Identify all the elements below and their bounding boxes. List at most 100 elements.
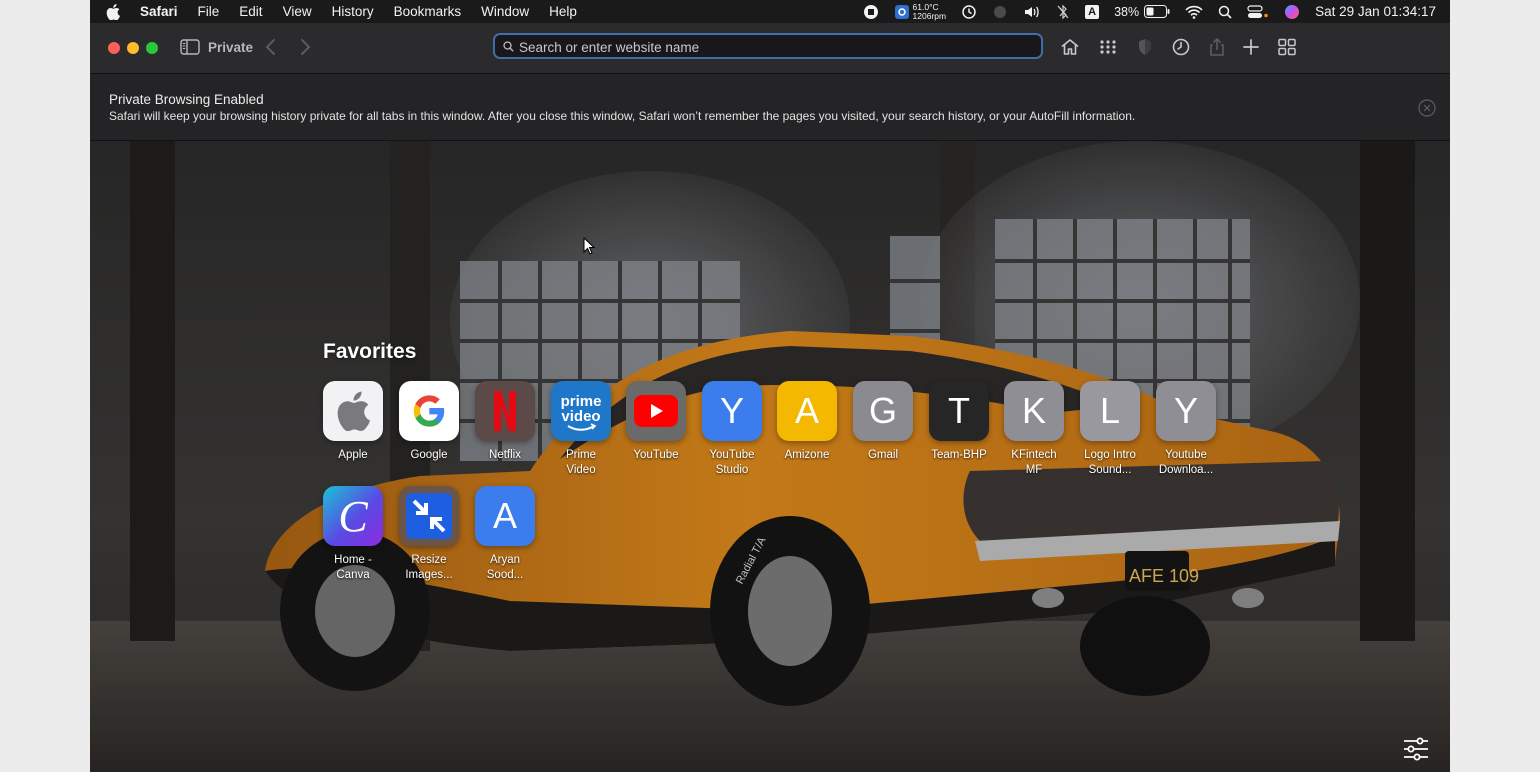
favorite-label: Gmail	[867, 449, 899, 461]
mouse-cursor-icon	[583, 236, 596, 255]
apple-menu-icon[interactable]	[106, 3, 122, 20]
favorite-team-bhp[interactable]: T Team-BHP	[921, 381, 997, 463]
menu-history[interactable]: History	[332, 4, 374, 19]
favorite-label: Aryan Sood...	[486, 554, 524, 581]
letter-tile-icon: G	[853, 381, 913, 441]
favorite-resize-images[interactable]: Resize Images...	[391, 486, 467, 583]
resize-arrows-icon	[399, 486, 459, 546]
control-center-icon[interactable]	[1247, 4, 1269, 19]
svg-text:video: video	[561, 408, 600, 425]
menu-edit[interactable]: Edit	[239, 4, 262, 19]
favorite-label: Netflix	[489, 449, 521, 461]
favorite-label: Amizone	[784, 449, 830, 461]
fullscreen-window-button[interactable]	[146, 42, 158, 54]
favorite-label: YouTube	[633, 449, 679, 461]
minimize-window-button[interactable]	[127, 42, 139, 54]
private-browsing-banner: Private Browsing Enabled Safari will kee…	[90, 74, 1450, 141]
favorite-label: Apple	[338, 449, 368, 461]
sidebar-toggle-icon[interactable]	[180, 39, 200, 55]
share-icon[interactable]	[1207, 37, 1227, 57]
favorite-label: Team-BHP	[931, 449, 987, 461]
menu-help[interactable]: Help	[549, 4, 577, 19]
menu-safari[interactable]: Safari	[140, 4, 178, 19]
safari-screen: Safari File Edit View History Bookmarks …	[90, 0, 1450, 772]
favorite-google[interactable]: Google	[391, 381, 467, 463]
letter-tile-icon: K	[1004, 381, 1064, 441]
favorite-apple[interactable]: Apple	[315, 381, 391, 463]
favorite-gmail[interactable]: G Gmail	[845, 381, 921, 463]
prime-video-logo-icon: prime video	[551, 381, 611, 441]
favorites-heading: Favorites	[323, 340, 417, 363]
address-input[interactable]	[517, 37, 1031, 57]
volume-icon[interactable]	[1023, 4, 1041, 20]
letter-tile-icon: A	[777, 381, 837, 441]
battery-icon	[1144, 5, 1170, 18]
vpn-icon[interactable]	[992, 4, 1008, 20]
input-source-icon[interactable]: A	[1085, 4, 1100, 19]
tab-overview-icon[interactable]	[1277, 37, 1297, 57]
letter-tile-icon: Y	[702, 381, 762, 441]
favorite-amizone[interactable]: A Amizone	[769, 381, 845, 463]
spotlight-search-icon[interactable]	[1218, 5, 1232, 19]
favorite-aryan-sood[interactable]: A Aryan Sood...	[467, 486, 543, 583]
forward-button[interactable]	[298, 38, 312, 56]
time-machine-icon[interactable]	[961, 4, 977, 20]
apple-logo-icon	[323, 381, 383, 441]
google-logo-icon	[399, 381, 459, 441]
letter-tile-icon: T	[929, 381, 989, 441]
home-icon[interactable]	[1060, 37, 1080, 57]
safari-toolbar: Private	[90, 23, 1450, 74]
youtube-logo-icon	[626, 381, 686, 441]
favorite-canva[interactable]: C Home - Canva	[315, 486, 391, 583]
letter-tile-icon: Y	[1156, 381, 1216, 441]
menu-bar: Safari File Edit View History Bookmarks …	[90, 0, 1450, 23]
letter-tile-icon: L	[1080, 381, 1140, 441]
menu-bookmarks[interactable]: Bookmarks	[394, 4, 462, 19]
back-button[interactable]	[264, 38, 278, 56]
screen-record-icon[interactable]	[863, 4, 879, 20]
privacy-shield-icon[interactable]	[1135, 37, 1155, 57]
favorite-youtube-downloader[interactable]: Y Youtube Downloa...	[1148, 381, 1224, 478]
favorite-label: Resize Images...	[405, 554, 453, 581]
banner-title: Private Browsing Enabled	[109, 92, 264, 107]
fan-speed: 1206rpm	[912, 10, 947, 21]
wifi-icon[interactable]	[1185, 5, 1203, 19]
bluetooth-off-icon[interactable]	[1056, 4, 1070, 20]
menubar-clock[interactable]: Sat 29 Jan 01:34:17	[1315, 4, 1436, 19]
favorite-label: Youtube Downloa...	[1158, 449, 1214, 476]
search-icon	[503, 41, 514, 52]
fan-monitor-icon[interactable]: 61.0°C 1206rpm	[894, 2, 947, 21]
favorite-youtube[interactable]: YouTube	[618, 381, 694, 463]
battery-status[interactable]: 38%	[1114, 5, 1170, 19]
canva-logo-icon: C	[323, 486, 383, 546]
favorite-kfintech-mf[interactable]: K KFintech MF	[996, 381, 1072, 478]
customize-start-page-icon[interactable]	[1403, 737, 1429, 761]
menu-file[interactable]: File	[198, 4, 220, 19]
menu-window[interactable]: Window	[481, 4, 529, 19]
menu-view[interactable]: View	[283, 4, 312, 19]
status-area: 61.0°C 1206rpm A 38% Sat 29 Jan 01:34:17	[863, 0, 1450, 23]
address-bar[interactable]	[493, 33, 1043, 59]
favorite-label: Logo Intro Sound...	[1084, 449, 1136, 476]
favorite-label: Google	[410, 449, 448, 461]
netflix-logo-icon	[475, 381, 535, 441]
start-page: AFE 109 Radial T/A Favorites Apple Googl…	[90, 141, 1450, 772]
new-tab-plus-icon[interactable]	[1241, 37, 1261, 57]
extensions-grid-icon[interactable]	[1098, 37, 1118, 57]
siri-icon[interactable]	[1284, 4, 1300, 20]
letter-tile-icon: A	[475, 486, 535, 546]
private-tab-group-label[interactable]: Private	[208, 40, 253, 55]
banner-close-icon[interactable]	[1418, 99, 1436, 117]
favorite-prime-video[interactable]: prime video Prime Video	[543, 381, 619, 478]
favorite-label: Prime Video	[565, 449, 597, 476]
favorite-label: KFintech MF	[1011, 449, 1057, 476]
favorite-label: Home - Canva	[334, 554, 372, 581]
favorite-logo-intro-sound[interactable]: L Logo Intro Sound...	[1072, 381, 1148, 478]
favorite-label: YouTube Studio	[709, 449, 755, 476]
banner-description: Safari will keep your browsing history p…	[109, 109, 1136, 123]
close-window-button[interactable]	[108, 42, 120, 54]
history-clock-icon[interactable]	[1171, 37, 1191, 57]
favorite-youtube-studio[interactable]: Y YouTube Studio	[694, 381, 770, 478]
favorite-netflix[interactable]: Netflix	[467, 381, 543, 463]
battery-percentage: 38%	[1114, 4, 1140, 19]
